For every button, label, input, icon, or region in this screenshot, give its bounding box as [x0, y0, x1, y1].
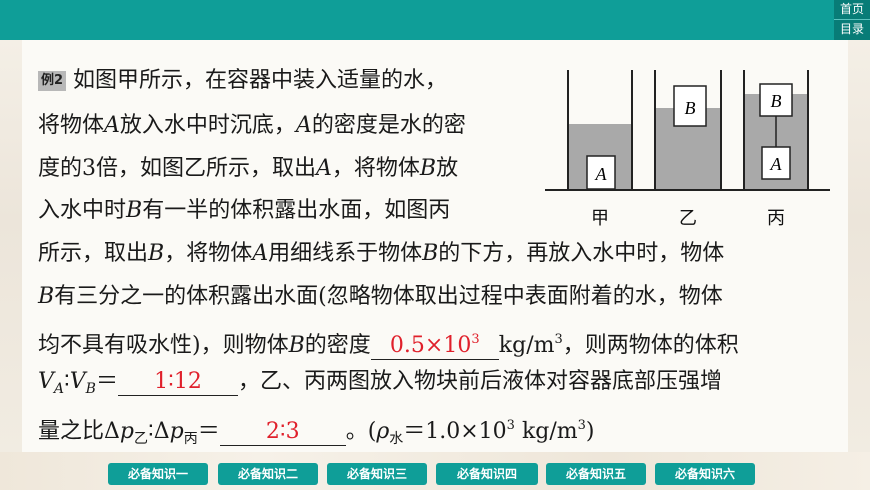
- pressure-ratio-answer: 2∶3: [265, 419, 300, 444]
- text: B: [126, 198, 143, 223]
- text: 。(: [345, 419, 377, 444]
- problem-line-2: 将物体A放入水中时沉底，A的密度是水的密: [38, 111, 466, 141]
- text: kg/m: [514, 419, 578, 444]
- tab-knowledge-1[interactable]: 必备知识一: [108, 463, 208, 485]
- text: ，将物体: [331, 156, 420, 181]
- text: 量之比Δ: [38, 419, 120, 444]
- text: 放入水中时沉底，: [119, 113, 296, 138]
- text: 如图甲所示，在容器中装入适量的水，: [73, 68, 448, 93]
- text: ＝1.0×10: [403, 419, 507, 444]
- text: 3: [554, 332, 563, 347]
- text: V: [38, 369, 54, 394]
- text: A: [316, 156, 332, 181]
- text: 3: [577, 418, 586, 433]
- text: B: [85, 381, 96, 397]
- text: 乙: [133, 431, 148, 447]
- text: 用细线系于物体: [268, 241, 423, 266]
- text: A: [104, 113, 120, 138]
- problem-line-1: 例2 如图甲所示，在容器中装入适量的水，: [38, 66, 447, 96]
- problem-line-5: 所示，取出B，将物体A用细线系于物体B的下方，再放入水中时，物体: [38, 239, 724, 269]
- text: 有一半的体积露出水面，如图丙: [142, 198, 451, 223]
- volume-ratio-blank: 1∶12: [117, 369, 238, 396]
- tab-knowledge-2[interactable]: 必备知识二: [218, 463, 318, 485]
- text: ，乙、丙两图放入物块前后液体对容器底部压强增: [237, 369, 722, 394]
- volume-ratio-answer: 1∶12: [154, 369, 202, 394]
- text: ∶Δ: [147, 419, 170, 444]
- text: V: [69, 369, 86, 394]
- text: A: [252, 241, 269, 266]
- problem-line-9: 量之比Δp乙∶Δp丙＝ 2∶3 。(ρ水＝1.0×103 kg/m3): [38, 411, 595, 454]
- block-b-label: B: [771, 91, 782, 111]
- density-answer-exponent: 3: [471, 332, 480, 347]
- density-answer-blank: 0.5×103: [370, 327, 499, 360]
- text: B: [38, 284, 55, 309]
- figure-label-jia: 甲: [591, 208, 609, 229]
- text: ，则两物体的体积: [562, 333, 739, 358]
- tab-knowledge-3[interactable]: 必备知识三: [327, 463, 427, 485]
- text: B: [148, 241, 165, 266]
- text: A: [295, 113, 312, 138]
- text: ，将物体: [164, 241, 253, 266]
- text: ): [585, 419, 595, 444]
- top-nav: 首页 目录: [834, 0, 870, 40]
- contents-button[interactable]: 目录: [834, 19, 870, 39]
- text: B: [422, 241, 439, 266]
- block-a-label: A: [595, 164, 608, 184]
- top-bar: [0, 0, 870, 40]
- text: 水: [389, 431, 404, 447]
- text: 丙: [183, 431, 198, 447]
- density-answer: 0.5×10: [389, 333, 472, 358]
- text: 的下方，再放入水中时，物体: [438, 241, 725, 266]
- right-border-decoration: [848, 40, 870, 490]
- text: A: [53, 381, 65, 397]
- containers-diagram: A B B A: [545, 70, 830, 191]
- text: ＝: [197, 419, 220, 444]
- text: 将物体: [38, 113, 105, 138]
- problem-line-4: 入水中时B有一半的体积露出水面，如图丙: [38, 196, 450, 226]
- left-border-decoration: [0, 40, 22, 490]
- text: 度的3倍，如图乙所示，取出: [38, 156, 316, 181]
- tab-knowledge-4[interactable]: 必备知识四: [436, 463, 538, 485]
- text: B: [419, 156, 437, 181]
- text: ρ: [376, 419, 390, 444]
- text: 入水中时: [38, 198, 127, 223]
- tab-knowledge-6[interactable]: 必备知识六: [655, 463, 755, 485]
- text: 的密度: [304, 333, 371, 358]
- block-a-label: A: [770, 154, 783, 174]
- figure-label-yi: 乙: [679, 208, 697, 229]
- problem-line-8: VA∶VB＝ 1∶12 ，乙、丙两图放入物块前后液体对容器底部压强增: [38, 367, 722, 404]
- text: 的密度是水的密: [311, 113, 466, 138]
- text: 放: [436, 156, 459, 181]
- container-figure: A B B A 甲 乙 丙: [540, 64, 830, 229]
- text: p: [119, 419, 134, 444]
- home-button[interactable]: 首页: [834, 0, 870, 19]
- text: B: [288, 333, 305, 358]
- problem-line-7: 均不具有吸水性)，则物体B的密度 0.5×103 kg/m3，则两物体的体积: [38, 325, 739, 361]
- figure-label-bing: 丙: [767, 208, 785, 229]
- text: 有三分之一的体积露出水面(忽略物体取出过程中表面附着的水，物体: [54, 284, 723, 309]
- text: p: [169, 419, 184, 444]
- pressure-ratio-blank: 2∶3: [219, 419, 346, 446]
- text: kg/m: [498, 333, 555, 358]
- text: 3: [506, 418, 515, 433]
- text: 所示，取出: [38, 241, 149, 266]
- problem-line-3: 度的3倍，如图乙所示，取出A，将物体B放: [38, 154, 458, 184]
- text: 均不具有吸水性)，则物体: [38, 333, 289, 358]
- problem-line-6: B有三分之一的体积露出水面(忽略物体取出过程中表面附着的水，物体: [38, 282, 723, 312]
- text: ＝: [95, 369, 118, 394]
- block-b-label: B: [685, 98, 696, 118]
- tab-knowledge-5[interactable]: 必备知识五: [546, 463, 646, 485]
- example-tag: 例2: [38, 71, 67, 91]
